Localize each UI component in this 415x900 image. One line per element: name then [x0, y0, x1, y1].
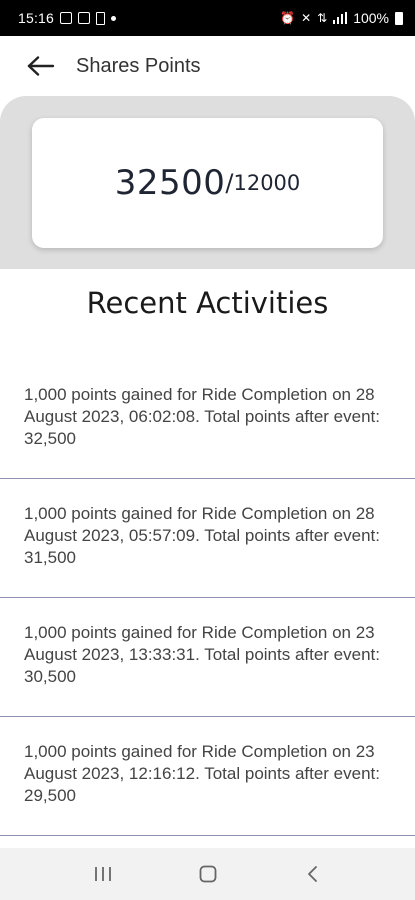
status-bar: 15:16 ⏰ ✕ ⇅ 100% — [0, 0, 415, 36]
list-item[interactable]: 1,000 points gained for Ride Completion … — [0, 479, 415, 598]
points-target: 12000 — [233, 171, 301, 195]
app-bar: Shares Points — [0, 36, 415, 96]
activity-text: 1,000 points gained for Ride Completion … — [24, 385, 380, 448]
system-nav-bar — [0, 848, 415, 900]
status-left: 15:16 — [18, 10, 117, 26]
status-time: 15:16 — [18, 10, 55, 26]
points-card: 32500 / 12000 — [32, 118, 383, 248]
arrow-left-icon — [27, 56, 55, 76]
points-header: 32500 / 12000 — [0, 96, 415, 269]
battery-icon — [395, 11, 403, 25]
activity-text: 1,000 points gained for Ride Completion … — [24, 504, 380, 567]
page-title: Shares Points — [76, 54, 201, 77]
dot-icon — [111, 15, 117, 21]
gallery-icon — [78, 12, 91, 24]
activity-text: 1,000 points gained for Ride Completion … — [24, 742, 380, 805]
back-nav-icon — [307, 866, 317, 882]
battery-percent: 100% — [353, 10, 389, 26]
home-icon — [199, 865, 216, 883]
list-item[interactable]: 1,000 points gained for Ride Completion … — [0, 598, 415, 717]
recents-button[interactable] — [83, 854, 123, 894]
list-item[interactable]: 1,000 points gained for Ride Completion … — [0, 360, 415, 479]
alarm-icon: ⏰ — [280, 11, 296, 25]
back-button[interactable] — [24, 49, 58, 83]
screen: 15:16 ⏰ ✕ ⇅ 100% Shares Points 32500 / 1… — [0, 0, 415, 900]
list-item[interactable]: 1,000 points gained for Ride Completion … — [0, 717, 415, 836]
home-button[interactable] — [188, 854, 228, 894]
signal-icon — [333, 12, 348, 24]
back-nav-button[interactable] — [293, 854, 333, 894]
activity-list: 1,000 points gained for Ride Completion … — [0, 360, 415, 836]
mute-icon: ✕ — [301, 11, 312, 25]
data-icon: ⇅ — [317, 11, 328, 25]
activity-text: 1,000 points gained for Ride Completion … — [24, 623, 380, 686]
status-right: ⏰ ✕ ⇅ 100% — [280, 10, 403, 26]
notification-e-icon — [60, 12, 73, 24]
points-current: 32500 — [114, 163, 226, 203]
section-title: Recent Activities — [86, 286, 329, 320]
points-separator: / — [225, 169, 234, 197]
recents-icon — [94, 867, 111, 881]
phone-icon — [96, 11, 106, 25]
